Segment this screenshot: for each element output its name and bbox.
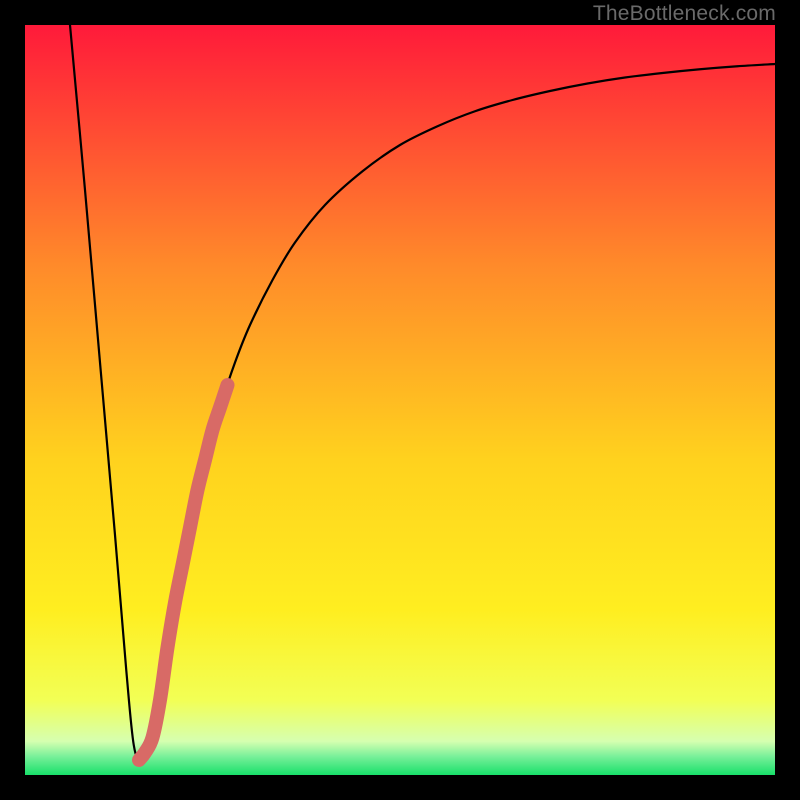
plot-area <box>25 25 775 775</box>
chart-frame: TheBottleneck.com <box>0 0 800 800</box>
gradient-background <box>25 25 775 775</box>
chart-svg <box>25 25 775 775</box>
watermark-text: TheBottleneck.com <box>593 2 776 26</box>
